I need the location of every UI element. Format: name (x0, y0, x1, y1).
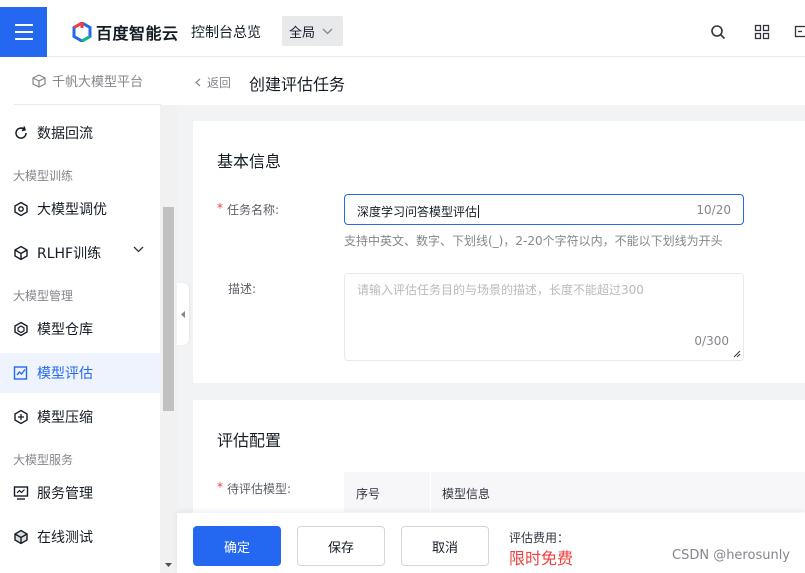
sidebar-item-label: 模型压缩 (37, 410, 93, 426)
brand-name: 百度智能云 (96, 24, 179, 43)
chevron-down-icon (322, 28, 333, 34)
menu-icon[interactable] (0, 7, 47, 57)
monitor-icon (13, 486, 29, 500)
sidebar-item-label: 服务管理 (37, 486, 93, 502)
task-name-label-text: 任务名称: (227, 203, 280, 217)
sidebar-collapse-handle[interactable] (177, 283, 189, 345)
region-value: 全局 (289, 25, 316, 41)
sidebar-item-label: 数据回流 (37, 126, 93, 142)
text-caret (478, 205, 480, 218)
sidebar-item-model-eval[interactable]: 模型评估 (0, 353, 160, 393)
column-header-model-info: 模型信息 (442, 487, 491, 501)
region-select[interactable]: 全局 (282, 16, 343, 46)
sidebar-item-fine-tune[interactable]: 大模型调优 (0, 189, 160, 229)
watermark: CSDN @herosunly (672, 548, 791, 563)
sidebar-item-label: 模型评估 (37, 366, 93, 382)
test-cube-icon (14, 529, 28, 545)
action-footer: 确定 保存 取消 评估费用： 限时免费 (177, 513, 805, 573)
search-icon[interactable] (710, 24, 726, 40)
column-divider (430, 472, 431, 512)
scroll-down-arrow-icon[interactable] (163, 561, 174, 569)
sidebar-item-label: 模型仓库 (37, 322, 93, 338)
sidebar-group-management: 大模型管理 (13, 289, 74, 303)
column-header-index: 序号 (356, 487, 381, 501)
task-name-char-count: 10/20 (696, 203, 731, 217)
platform-header[interactable]: 千帆大模型平台 (14, 57, 161, 105)
description-placeholder: 请输入评估任务目的与场景的描述，长度不能超过300 (357, 283, 644, 297)
cancel-button[interactable]: 取消 (401, 526, 489, 566)
description-label: 描述: (228, 282, 257, 296)
message-icon[interactable] (794, 24, 805, 40)
repository-icon (14, 321, 28, 337)
sidebar-item-model-compress[interactable]: 模型压缩 (0, 397, 160, 437)
chevron-down-icon[interactable] (133, 246, 144, 253)
sidebar-item-label: 在线测试 (37, 530, 93, 546)
eval-config-card: 评估配置 * 待评估模型: 序号 模型信息 (193, 400, 805, 513)
task-name-hint: 支持中英文、数字、下划线(_)，2-20个字符以内，不能以下划线为开头 (344, 234, 723, 248)
eval-model-label: * 待评估模型: (217, 480, 291, 497)
compress-icon (14, 409, 28, 425)
eval-model-label-text: 待评估模型: (227, 482, 292, 496)
page-header: 返回 创建评估任务 (177, 57, 805, 105)
description-char-count: 0/300 (694, 334, 729, 348)
chevron-left-icon (181, 310, 185, 318)
confirm-button[interactable]: 确定 (193, 526, 281, 566)
resize-grip-icon[interactable] (733, 350, 741, 358)
baidu-cloud-logo-icon (72, 22, 92, 42)
chevron-left-icon (195, 78, 201, 87)
sidebar-item-model-repo[interactable]: 模型仓库 (0, 309, 160, 349)
task-name-value: 深度学习问答模型评估 (357, 205, 478, 219)
basic-info-card: 基本信息 * 任务名称: 深度学习问答模型评估 10/20 支持中英文、数字、下… (193, 121, 805, 383)
refresh-icon (15, 126, 27, 139)
section-title: 基本信息 (217, 152, 282, 171)
task-name-input[interactable]: 深度学习问答模型评估 10/20 (344, 194, 744, 225)
section-title: 评估配置 (217, 431, 282, 450)
description-textarea[interactable]: 请输入评估任务目的与场景的描述，长度不能超过300 0/300 (344, 273, 744, 361)
sidebar-item-data-backflow[interactable]: 数据回流 (0, 113, 160, 153)
sidebar: 千帆大模型平台 数据回流 大模型训练 大模型调优 RLHF训练 大模型管理 模型… (0, 57, 177, 573)
cube-icon (14, 245, 28, 261)
sidebar-item-label: 大模型调优 (37, 202, 107, 218)
sidebar-group-service: 大模型服务 (13, 453, 74, 467)
task-name-label: * 任务名称: (217, 201, 279, 218)
back-label: 返回 (207, 76, 232, 90)
cube-icon (32, 73, 46, 88)
tune-icon (14, 201, 28, 217)
sidebar-group-training: 大模型训练 (13, 169, 74, 183)
sidebar-item-rlhf[interactable]: RLHF训练 (0, 233, 160, 273)
back-link[interactable]: 返回 (195, 74, 231, 91)
required-mark: * (217, 201, 223, 215)
sidebar-scrollbar-thumb[interactable] (163, 207, 174, 411)
top-bar: 百度智能云 控制台总览 全局 (0, 0, 805, 57)
sidebar-item-service-mgmt[interactable]: 服务管理 (0, 473, 160, 513)
page-title: 创建评估任务 (249, 75, 346, 94)
brand-logo[interactable]: 百度智能云 (72, 20, 179, 44)
sidebar-item-online-test[interactable]: 在线测试 (0, 517, 160, 557)
platform-name: 千帆大模型平台 (51, 75, 143, 90)
evaluation-icon (13, 366, 28, 380)
sidebar-item-label: RLHF训练 (37, 246, 102, 262)
console-overview-link[interactable]: 控制台总览 (191, 22, 261, 42)
fee-label: 评估费用： (509, 531, 570, 545)
required-mark: * (217, 480, 223, 494)
save-button[interactable]: 保存 (297, 526, 385, 566)
apps-grid-icon[interactable] (754, 24, 770, 40)
fee-value: 限时免费 (509, 549, 574, 568)
model-table-header: 序号 模型信息 (344, 472, 805, 512)
